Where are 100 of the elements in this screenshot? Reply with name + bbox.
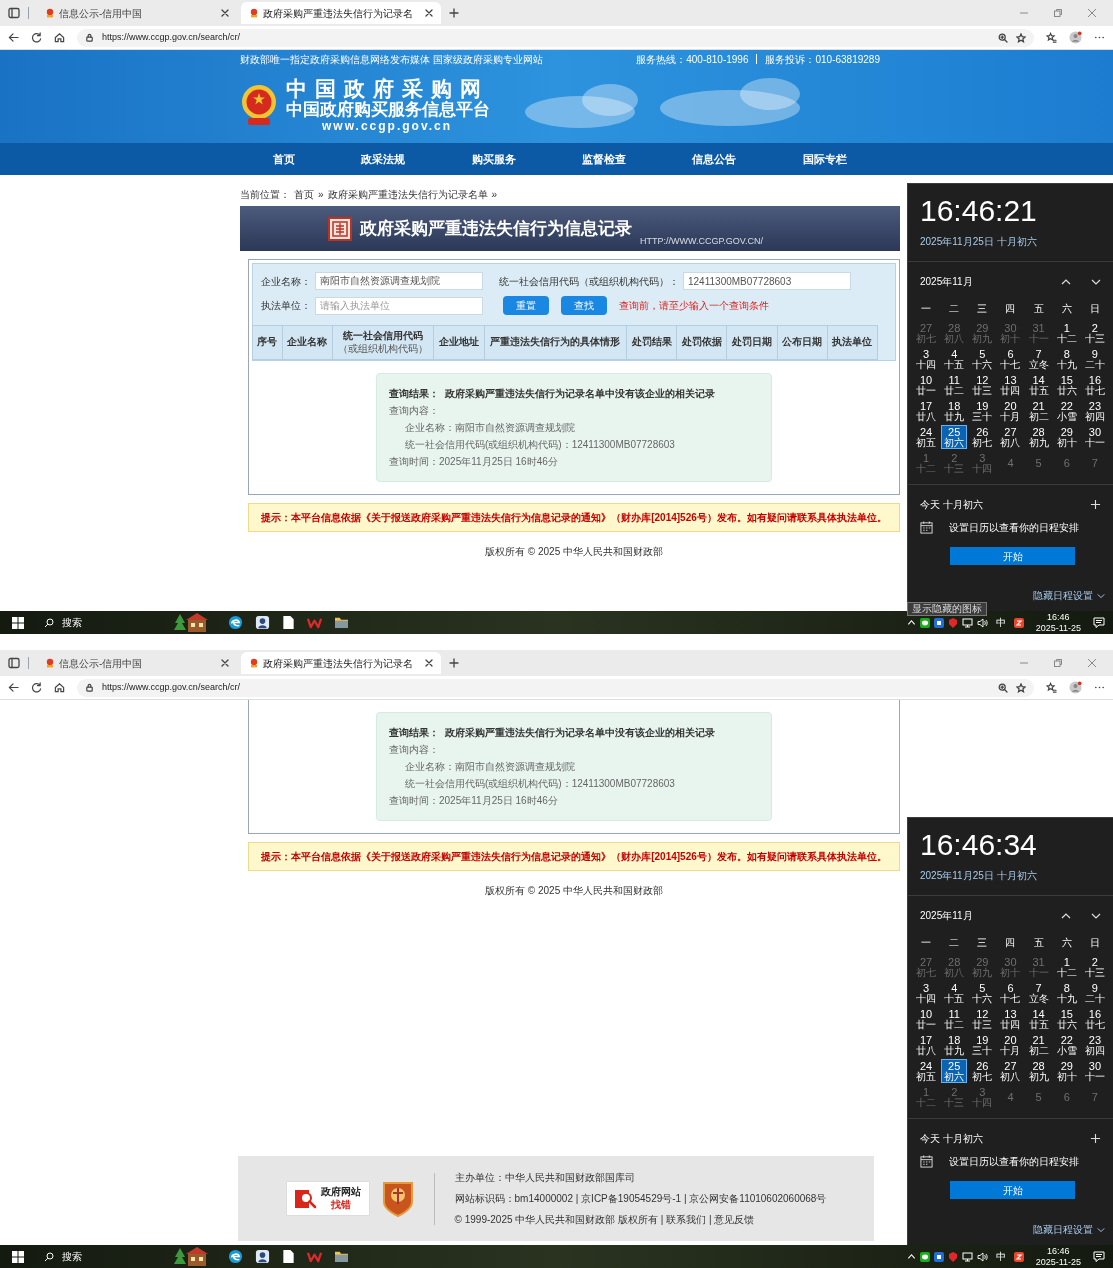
calendar-day[interactable]: 28 初九 (1025, 425, 1052, 449)
contact-card-icon[interactable] (255, 1249, 270, 1264)
calendar-day[interactable]: 17 廿八 (913, 1033, 940, 1057)
calendar-day[interactable]: 30 十一 (1081, 1059, 1108, 1083)
input-field[interactable]: 12411300MB07728603 (683, 272, 851, 290)
zoom-icon[interactable] (998, 32, 1008, 43)
network-icon[interactable] (961, 617, 973, 628)
folder-icon[interactable] (334, 616, 349, 629)
calendar-day[interactable]: 28 初九 (1025, 1059, 1052, 1083)
nav-link[interactable]: 政采法规 (361, 150, 406, 168)
calendar-day[interactable]: 8 十九 (1053, 347, 1080, 371)
browser-tab[interactable]: 信息公示-信用中国 (37, 652, 237, 674)
home-icon[interactable] (54, 682, 65, 693)
volume-icon[interactable] (976, 617, 988, 628)
reload-icon[interactable] (31, 32, 42, 43)
calendar-day[interactable]: 5 十六 (969, 981, 996, 1005)
calendar-day[interactable]: 19 三十 (969, 1033, 996, 1057)
browser-icon[interactable] (228, 1249, 243, 1264)
nav-link[interactable]: 购买服务 (471, 150, 516, 168)
calendar-day[interactable]: 21 初二 (1025, 1033, 1052, 1057)
calendar-day[interactable]: 10 廿一 (913, 1007, 940, 1031)
calendar-day[interactable]: 26 初七 (969, 425, 996, 449)
document-icon[interactable] (282, 615, 295, 630)
new-tab-icon[interactable] (449, 8, 459, 18)
calendar-day[interactable]: 20 十月 (997, 399, 1024, 423)
close-icon[interactable] (425, 9, 433, 17)
chevron-up-icon[interactable] (906, 618, 916, 627)
calendar-day[interactable]: 6 十七 (997, 981, 1024, 1005)
calendar-day[interactable]: 15 廿六 (1053, 1007, 1080, 1031)
calendar-day[interactable]: 16 廿七 (1081, 1007, 1108, 1031)
address-field[interactable]: https://www.ccgp.gov.cn/search/cr/ (77, 28, 1034, 47)
calendar-day[interactable]: 26 初七 (969, 1059, 996, 1083)
form-button[interactable]: 查找 (561, 296, 607, 315)
calendar-day[interactable]: 8 十九 (1053, 981, 1080, 1005)
calendar-day[interactable]: 6 十七 (997, 347, 1024, 371)
calendar-day[interactable]: 14 廿五 (1025, 373, 1052, 397)
calendar-day[interactable]: 12 廿三 (969, 1007, 996, 1031)
browser-tab[interactable]: 信息公示-信用中国 (37, 2, 237, 24)
input-method-indicator[interactable]: 中 (995, 1249, 1006, 1264)
calendar-day[interactable]: 2 十三 (1081, 955, 1108, 979)
calendar-day[interactable]: 13 廿四 (997, 1007, 1024, 1031)
calendar-day[interactable]: 23 初四 (1081, 1033, 1108, 1057)
taskbar-search[interactable]: 搜索 (44, 615, 82, 630)
error-report-badge[interactable]: 政府网站 找错 (285, 1181, 370, 1216)
calendar-day[interactable]: 15 廿六 (1053, 373, 1080, 397)
calendar-day[interactable]: 2 十三 (1081, 321, 1108, 345)
volume-icon[interactable] (976, 1251, 988, 1262)
tray-app-icon[interactable] (933, 617, 944, 628)
calendar-day[interactable]: 10 廿一 (913, 373, 940, 397)
taskbar-search[interactable]: 搜索 (44, 1249, 82, 1264)
taskbar-clock[interactable]: 16:46 2025-11-25 (1035, 1246, 1081, 1267)
star-icon[interactable] (1016, 682, 1026, 693)
calendar-day[interactable]: 21 初二 (1025, 399, 1052, 423)
calendar-day[interactable]: 9 二十 (1081, 981, 1108, 1005)
calendar-day[interactable]: 23 初四 (1081, 399, 1108, 423)
new-tab-icon[interactable] (449, 658, 459, 668)
calendar-day[interactable]: 4 十五 (941, 981, 968, 1005)
browser-icon[interactable] (228, 615, 243, 630)
tab-actions-icon[interactable] (8, 7, 20, 19)
calendar-day[interactable]: 25 初六 (941, 1059, 968, 1083)
input-app-icon[interactable] (1013, 1251, 1024, 1262)
calendar-day[interactable]: 30 十一 (1081, 425, 1108, 449)
calendar-day[interactable]: 29 初十 (1053, 1059, 1080, 1083)
windows-start-icon[interactable] (12, 616, 24, 629)
calendar-day[interactable]: 20 十月 (997, 1033, 1024, 1057)
breadcrumb-link[interactable]: 首页 (294, 187, 314, 202)
calendar-day[interactable]: 24 初五 (913, 1059, 940, 1083)
input-field[interactable]: 南阳市自然资源调查规划院 (315, 272, 483, 290)
calendar-day[interactable]: 3 十四 (913, 981, 940, 1005)
zoom-icon[interactable] (998, 682, 1008, 693)
breadcrumb-link[interactable]: 政府采购严重违法失信行为记录名单 (327, 187, 488, 202)
folder-icon[interactable] (334, 1250, 349, 1263)
taskbar-clock[interactable]: 16:46 2025-11-25 (1035, 612, 1081, 633)
calendar-day[interactable]: 22 小雪 (1053, 1033, 1080, 1057)
browser-tab[interactable]: 政府采购严重违法失信行为记录名 (241, 2, 441, 24)
hide-agenda-button[interactable]: 隐藏日程设置 (1025, 588, 1113, 611)
calendar-day[interactable]: 18 廿九 (941, 1033, 968, 1057)
calendar-day[interactable]: 27 初八 (997, 425, 1024, 449)
add-icon[interactable] (1090, 499, 1101, 510)
reload-icon[interactable] (31, 682, 42, 693)
calendar-day[interactable]: 24 初五 (913, 425, 940, 449)
input-app-icon[interactable] (1013, 617, 1024, 628)
close-icon[interactable] (425, 659, 433, 667)
home-icon[interactable] (54, 32, 65, 43)
security-app-icon[interactable] (947, 1251, 958, 1262)
document-icon[interactable] (282, 1249, 295, 1264)
calendar-day[interactable]: 11 廿二 (941, 1007, 968, 1031)
network-icon[interactable] (961, 1251, 973, 1262)
chat-app-icon[interactable] (919, 617, 930, 628)
calendar-day[interactable]: 16 廿七 (1081, 373, 1108, 397)
hide-agenda-button[interactable]: 隐藏日程设置 (1025, 1222, 1113, 1245)
back-icon[interactable] (8, 32, 19, 43)
avatar-icon[interactable] (1069, 681, 1082, 694)
start-button[interactable]: 开始 (950, 1181, 1075, 1199)
address-field[interactable]: https://www.ccgp.gov.cn/search/cr/ (77, 678, 1034, 697)
calendar-day[interactable]: 1 十二 (1053, 321, 1080, 345)
back-icon[interactable] (8, 682, 19, 693)
tab-actions-icon[interactable] (8, 657, 20, 669)
calendar-day[interactable]: 12 廿三 (969, 373, 996, 397)
notification-icon[interactable] (1093, 616, 1105, 629)
